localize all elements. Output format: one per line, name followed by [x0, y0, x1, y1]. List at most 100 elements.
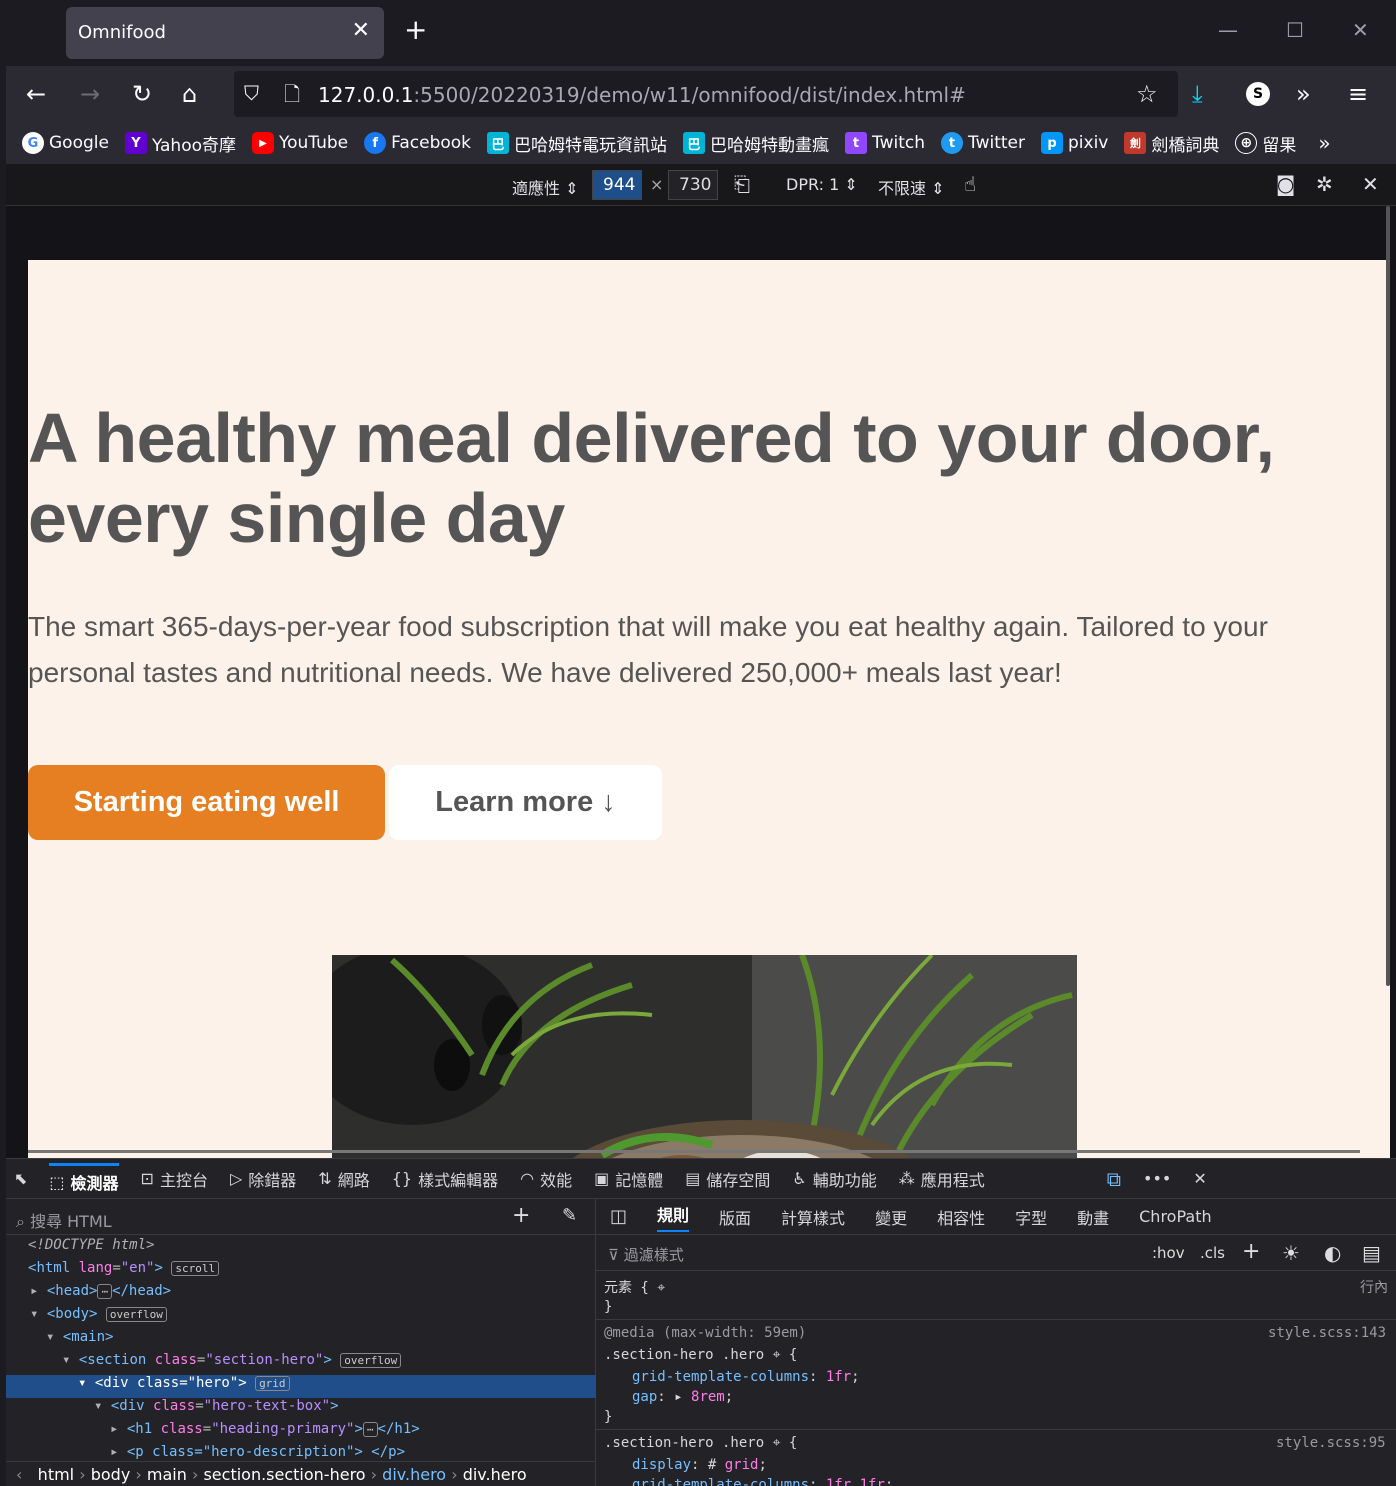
- breadcrumb-section[interactable]: section.section-hero: [203, 1465, 365, 1484]
- overflow-badge[interactable]: overflow: [340, 1353, 402, 1368]
- breadcrumb-div-hero-text[interactable]: div.hero: [463, 1465, 527, 1484]
- rule-source-link[interactable]: style.scss:95: [1276, 1435, 1386, 1451]
- close-rdm-icon[interactable]: ✕: [1362, 172, 1379, 196]
- bookmark-youtube[interactable]: ▶ YouTube: [252, 132, 348, 154]
- reload-icon[interactable]: ↻: [132, 80, 152, 108]
- bookmark-bahamut-gnn[interactable]: 巴巴哈姆特電玩資訊站: [487, 131, 667, 156]
- download-icon[interactable]: ⤓: [1192, 80, 1203, 108]
- breadcrumb-main[interactable]: main: [147, 1465, 187, 1484]
- tab-omnifood[interactable]: Omnifood ✕: [66, 7, 384, 59]
- declaration[interactable]: grid-template-columns: 1fr 1fr;: [632, 1477, 893, 1486]
- page-icon[interactable]: 🗋: [284, 80, 300, 114]
- bookmark-google[interactable]: G Google: [22, 132, 109, 154]
- doctype-node[interactable]: <!DOCTYPE html>: [6, 1237, 596, 1260]
- tab-fonts[interactable]: 字型: [1015, 1205, 1047, 1229]
- declaration[interactable]: grid-template-columns: 1fr;: [632, 1369, 860, 1385]
- rule-selector[interactable]: .section-hero .hero ⌖ {: [604, 1347, 797, 1363]
- learn-more-button[interactable]: Learn more ↓: [389, 765, 662, 840]
- tab-animations[interactable]: 動畫: [1077, 1205, 1109, 1229]
- html-node[interactable]: <html lang="en"> scroll: [6, 1260, 596, 1283]
- viewport-height-input[interactable]: 730: [668, 170, 718, 200]
- tab-compatibility[interactable]: 相容性: [937, 1205, 985, 1229]
- rule-source-link[interactable]: style.scss:143: [1268, 1325, 1386, 1341]
- dpr-select[interactable]: DPR: 1 ⇕: [786, 175, 858, 194]
- tab-style-editor[interactable]: {} 樣式編輯器: [392, 1167, 498, 1191]
- grid-icon[interactable]: #: [708, 1457, 716, 1473]
- bookmark-star-icon[interactable]: ☆: [1136, 80, 1158, 108]
- close-window-icon[interactable]: ✕: [1352, 18, 1369, 42]
- tab-inspector[interactable]: ⬚ 檢測器: [49, 1163, 119, 1194]
- overflow-badge[interactable]: overflow: [105, 1307, 167, 1322]
- main-node[interactable]: ▾ <main>: [6, 1329, 596, 1352]
- p-node[interactable]: ▸ <p class="hero-description"> </p>: [6, 1444, 596, 1461]
- declaration[interactable]: display: # grid;: [632, 1457, 767, 1473]
- dark-mode-icon[interactable]: ◐: [1324, 1241, 1341, 1265]
- hov-toggle[interactable]: :hov: [1152, 1244, 1185, 1262]
- element-picker-icon[interactable]: ⬉: [14, 1169, 27, 1188]
- declaration[interactable]: gap: ▸ 8rem;: [632, 1389, 733, 1405]
- tab-application[interactable]: ⁂ 應用程式: [899, 1167, 985, 1191]
- add-rule-icon[interactable]: +: [1242, 1239, 1260, 1264]
- bookmark-twitter[interactable]: t Twitter: [941, 132, 1025, 154]
- new-tab-icon[interactable]: +: [404, 16, 427, 44]
- body-node[interactable]: ▾ <body> overflow: [6, 1306, 596, 1329]
- rotate-icon[interactable]: ⎗: [734, 172, 750, 196]
- tab-chropath[interactable]: ChroPath: [1139, 1207, 1211, 1226]
- add-node-icon[interactable]: +: [512, 1203, 530, 1228]
- start-eating-button[interactable]: Starting eating well: [28, 765, 385, 840]
- maximize-icon[interactable]: ☐: [1286, 18, 1304, 42]
- extension-icon[interactable]: S: [1246, 82, 1270, 106]
- element-rule[interactable]: 元素 { ⌖: [604, 1277, 665, 1297]
- filter-styles-input[interactable]: ⊽ 過濾樣式: [608, 1244, 684, 1265]
- tab-rules[interactable]: 規則: [657, 1202, 690, 1232]
- toggle-pane-icon[interactable]: ◫: [610, 1206, 627, 1227]
- bookmark-facebook[interactable]: f Facebook: [364, 132, 471, 154]
- html-search-input[interactable]: ⌕ 搜尋 HTML: [16, 1208, 112, 1232]
- hero-text-box-node[interactable]: ▾ <div class="hero-text-box">: [6, 1398, 596, 1421]
- horizontal-scrollbar[interactable]: [28, 1150, 1360, 1153]
- bookmark-yahoo[interactable]: Y Yahoo奇摩: [124, 131, 236, 156]
- breadcrumb-body[interactable]: body: [91, 1465, 131, 1484]
- tab-performance[interactable]: ◠ 效能: [520, 1167, 572, 1191]
- eyedropper-icon[interactable]: ✎: [562, 1205, 577, 1226]
- minimize-icon[interactable]: —: [1218, 18, 1238, 42]
- tab-network[interactable]: ⇅ 網路: [318, 1167, 369, 1191]
- h1-node[interactable]: ▸ <h1 class="heading-primary"> ⋯ </h1>: [6, 1421, 596, 1444]
- tab-memory[interactable]: ▣ 記憶體: [594, 1167, 663, 1191]
- print-media-icon[interactable]: ▤: [1362, 1241, 1381, 1265]
- url-bar[interactable]: ⛉ 🗋 127.0.0.1:5500/20220319/demo/w11/omn…: [234, 71, 1178, 117]
- section-node[interactable]: ▾ <section class="section-hero"> overflo…: [6, 1352, 596, 1375]
- light-mode-icon[interactable]: ☀: [1282, 1241, 1300, 1265]
- close-tab-icon[interactable]: ✕: [352, 18, 370, 43]
- collapsed-badge[interactable]: ⋯: [97, 1284, 113, 1299]
- rule-selector[interactable]: .section-hero .hero ⌖ {: [604, 1435, 797, 1451]
- tab-debugger[interactable]: ▷ 除錯器: [230, 1167, 296, 1191]
- bookmark-cambridge[interactable]: 劍劍橋詞典: [1124, 131, 1219, 156]
- cls-toggle[interactable]: .cls: [1200, 1244, 1225, 1262]
- tab-accessibility[interactable]: ♿ 輔助功能: [792, 1167, 876, 1191]
- responsive-mode-icon[interactable]: ⧉: [1107, 1167, 1121, 1191]
- forward-icon[interactable]: →: [80, 80, 100, 108]
- tab-console[interactable]: ⊡ 主控台: [141, 1167, 208, 1191]
- breadcrumb-html[interactable]: html: [38, 1465, 74, 1484]
- tab-computed[interactable]: 計算樣式: [781, 1205, 845, 1229]
- scroll-badge[interactable]: scroll: [171, 1261, 220, 1276]
- viewport-scrollbar[interactable]: [1386, 206, 1390, 986]
- back-icon[interactable]: ←: [26, 80, 46, 108]
- screenshot-icon[interactable]: ◙: [1276, 172, 1295, 196]
- breadcrumb-div-hero[interactable]: div.hero: [382, 1465, 446, 1484]
- bookmark-globe[interactable]: ⊕ 留果: [1235, 131, 1296, 156]
- tab-storage[interactable]: ▤ 儲存空間: [685, 1167, 770, 1191]
- viewport-width-input[interactable]: 944: [592, 170, 642, 200]
- tab-layout[interactable]: 版面: [719, 1205, 751, 1229]
- throttling-select[interactable]: 不限速 ⇕: [878, 175, 945, 199]
- hamburger-menu-icon[interactable]: ≡: [1348, 80, 1368, 108]
- close-devtools-icon[interactable]: ✕: [1193, 1169, 1206, 1188]
- bookmark-bahamut-anime[interactable]: 巴巴哈姆特動畫瘋: [683, 131, 829, 156]
- overflow-menu-icon[interactable]: »: [1296, 80, 1311, 108]
- more-options-icon[interactable]: •••: [1143, 1169, 1171, 1188]
- tab-changes[interactable]: 變更: [875, 1205, 907, 1229]
- breadcrumb-left-icon[interactable]: ‹: [16, 1465, 22, 1484]
- settings-gear-icon[interactable]: ✲: [1316, 172, 1333, 196]
- collapsed-badge[interactable]: ⋯: [362, 1422, 378, 1437]
